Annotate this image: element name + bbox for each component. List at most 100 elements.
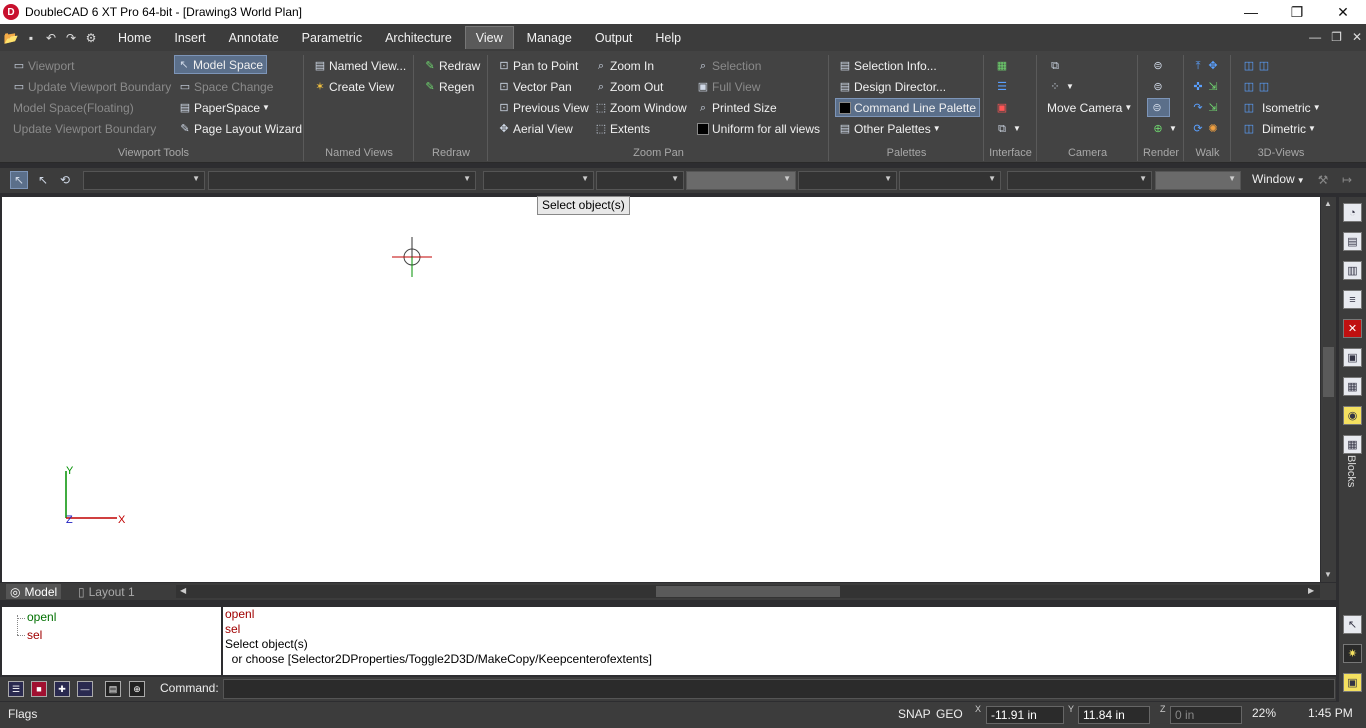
zoom-window-button[interactable]: ⬚ Zoom Window: [592, 98, 690, 117]
menu-output[interactable]: Output: [585, 27, 643, 49]
update-viewport-boundary-button[interactable]: ▭ Update Viewport Boundary: [10, 77, 174, 96]
space-change-button[interactable]: ▭ Space Change: [176, 77, 276, 96]
y-coord-field[interactable]: 11.84 in: [1078, 706, 1150, 724]
undo-icon[interactable]: ↶: [44, 31, 58, 45]
window-dropdown[interactable]: Window ▼: [1252, 172, 1305, 186]
mdi-restore-icon[interactable]: ❐: [1331, 30, 1342, 44]
previous-view-button[interactable]: ⊡ Previous View: [495, 98, 592, 117]
tree-item-sel[interactable]: sel: [27, 628, 42, 642]
dimetric-dropdown[interactable]: ◫ Dimetric ▼: [1240, 119, 1319, 138]
pan-to-point-button[interactable]: ⊡ Pan to Point: [495, 56, 581, 75]
menu-view[interactable]: View: [464, 26, 514, 49]
select-pointer-icon[interactable]: ↖: [10, 171, 28, 189]
isometric-dropdown[interactable]: ◫ Isometric ▼: [1240, 98, 1324, 117]
select-subobject-icon[interactable]: ↖: [34, 171, 52, 189]
line-scale-combo[interactable]: ▼: [798, 171, 897, 190]
properties-tools-icon[interactable]: ⚒: [1314, 171, 1332, 189]
render-hidden-button[interactable]: ⊜: [1149, 77, 1170, 96]
transparency-combo[interactable]: ▼: [1155, 171, 1241, 190]
palette-sparkle-icon[interactable]: ✷: [1343, 644, 1362, 663]
z-coord-field[interactable]: 0 in: [1170, 706, 1242, 724]
palette-view-icon[interactable]: ◔: [1343, 203, 1362, 222]
palette-document-icon[interactable]: ▦: [1343, 377, 1362, 396]
menu-help[interactable]: Help: [645, 27, 691, 49]
palette-symbol-icon[interactable]: ◉: [1343, 406, 1362, 425]
palette-layers-icon[interactable]: ≡: [1343, 290, 1362, 309]
walk-rotate-button[interactable]: ↷ ⇲: [1189, 98, 1225, 117]
horizontal-scroll-thumb[interactable]: [656, 586, 840, 597]
other-palettes-dropdown[interactable]: ▤ Other Palettes ▼: [836, 119, 944, 138]
snap-toggle[interactable]: SNAP: [898, 707, 931, 721]
material-combo[interactable]: ▼: [1007, 171, 1152, 190]
geo-toggle[interactable]: GEO: [936, 707, 963, 721]
menu-manage[interactable]: Manage: [517, 27, 582, 49]
menu-parametric[interactable]: Parametric: [292, 27, 372, 49]
tab-layout-1[interactable]: ▯ Layout 1: [74, 584, 139, 599]
model-space-button[interactable]: ↖ Model Space: [174, 55, 268, 74]
update-viewport-boundary-2-button[interactable]: Update Viewport Boundary: [10, 119, 159, 138]
palette-chart-icon[interactable]: ▥: [1343, 261, 1362, 280]
interface-toolbars-button[interactable]: ☰: [993, 77, 1014, 96]
command-options-icon[interactable]: ⊕: [129, 681, 145, 697]
vector-pan-button[interactable]: ⊡ Vector Pan: [495, 77, 575, 96]
x-coord-field[interactable]: -11.91 in: [986, 706, 1064, 724]
brush-combo[interactable]: ▼: [899, 171, 1001, 190]
regen-button[interactable]: ✎ Regen: [421, 77, 477, 96]
palette-blocks-icon[interactable]: ▦: [1343, 435, 1362, 454]
render-wireframe-button[interactable]: ⊜: [1149, 56, 1170, 75]
camera-options-dropdown[interactable]: ⁘ ▼: [1046, 77, 1077, 96]
blocks-tab-label[interactable]: Blocks: [1345, 455, 1357, 487]
named-view-button[interactable]: ▤ Named View...: [311, 56, 409, 75]
restore-button[interactable]: ❐: [1274, 0, 1320, 24]
model-space-floating-button[interactable]: Model Space(Floating): [10, 98, 137, 117]
menu-architecture[interactable]: Architecture: [375, 27, 462, 49]
horizontal-scrollbar[interactable]: ◀ ▶: [176, 585, 1320, 598]
style-combo[interactable]: ▼: [208, 171, 476, 190]
pen-width-combo[interactable]: ▼: [686, 171, 796, 190]
walk-spin-button[interactable]: ⟳ ✺: [1189, 119, 1225, 138]
palette-image-icon[interactable]: ▣: [1343, 348, 1362, 367]
scroll-right-icon[interactable]: ▶: [1308, 586, 1314, 595]
interface-windows-dropdown[interactable]: ⧉ ▼: [993, 119, 1024, 138]
save-icon[interactable]: ▪: [24, 31, 38, 45]
full-view-button[interactable]: ▣ Full View: [694, 77, 763, 96]
scroll-left-icon[interactable]: ◀: [180, 586, 186, 595]
app-logo-icon[interactable]: D: [3, 4, 19, 20]
design-director-button[interactable]: ▤ Design Director...: [836, 77, 949, 96]
scroll-down-icon[interactable]: ▼: [1324, 570, 1332, 579]
command-remove-icon[interactable]: —: [77, 681, 93, 697]
menu-home[interactable]: Home: [108, 27, 161, 49]
command-input[interactable]: [223, 679, 1335, 699]
camera-add-button[interactable]: ⧉: [1046, 56, 1067, 75]
walk-pan-button[interactable]: ✜ ⇲: [1189, 77, 1225, 96]
scroll-up-icon[interactable]: ▲: [1324, 199, 1332, 208]
zoom-in-button[interactable]: ⌕ Zoom In: [592, 56, 657, 75]
menu-insert[interactable]: Insert: [164, 27, 215, 49]
palette-properties-icon[interactable]: ▤: [1343, 232, 1362, 251]
vertical-scroll-thumb[interactable]: [1323, 347, 1334, 397]
mdi-close-icon[interactable]: ✕: [1352, 30, 1362, 44]
command-record-icon[interactable]: ■: [31, 681, 47, 697]
redo-icon[interactable]: ↷: [64, 31, 78, 45]
pen-style-combo[interactable]: ▼: [596, 171, 684, 190]
expand-arrow-icon[interactable]: ↦: [1338, 171, 1356, 189]
command-line-palette-button[interactable]: Command Line Palette: [835, 98, 981, 117]
vertical-scrollbar[interactable]: ▲ ▼: [1321, 197, 1336, 582]
zoom-out-button[interactable]: ⌕ Zoom Out: [592, 77, 666, 96]
extents-button[interactable]: ⬚ Extents: [592, 119, 653, 138]
close-button[interactable]: ✕: [1320, 0, 1366, 24]
mdi-minimize-icon[interactable]: —: [1309, 30, 1321, 44]
render-options-dropdown[interactable]: ⊕ ▼: [1149, 119, 1180, 138]
selection-zoom-button[interactable]: ⌕ Selection: [694, 56, 764, 75]
tab-model[interactable]: ◎ Model: [6, 584, 62, 599]
command-history-icon[interactable]: ▤: [105, 681, 121, 697]
menu-annotate[interactable]: Annotate: [219, 27, 289, 49]
tree-item-openl[interactable]: openl: [27, 610, 56, 624]
command-list-icon[interactable]: ☰: [8, 681, 24, 697]
create-view-button[interactable]: ✶ Create View: [311, 77, 397, 96]
pen-color-combo[interactable]: ▼: [483, 171, 594, 190]
viewport-button[interactable]: ▭ Viewport: [10, 56, 77, 75]
lasso-select-icon[interactable]: ⟲: [56, 171, 74, 189]
paperspace-dropdown[interactable]: ▤ PaperSpace ▼: [176, 98, 273, 117]
interface-color-button[interactable]: ▦: [993, 56, 1014, 75]
